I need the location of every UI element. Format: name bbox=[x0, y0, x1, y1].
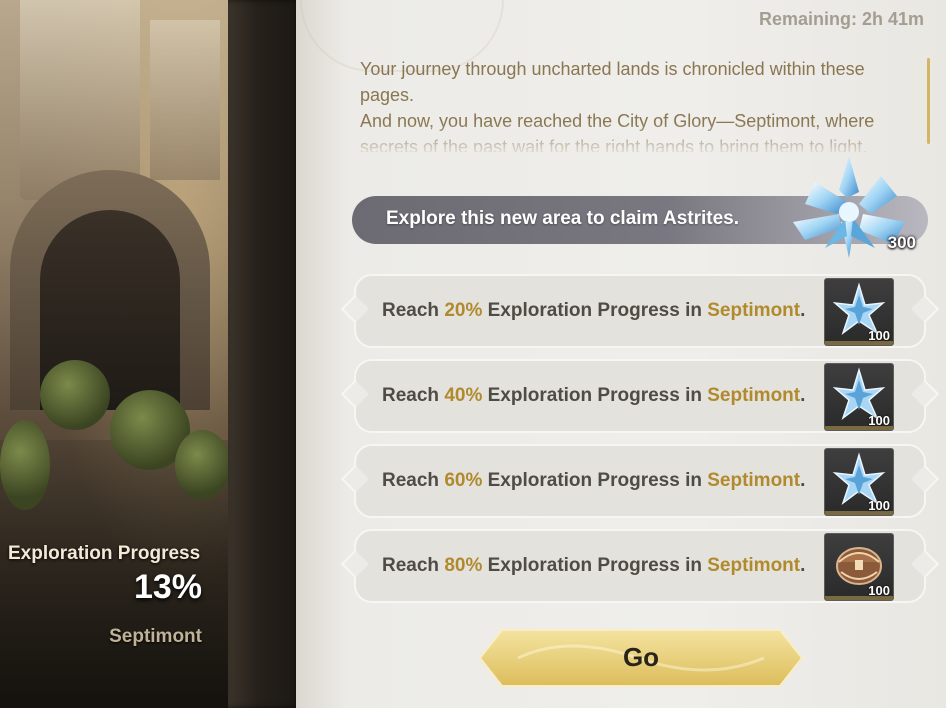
quest-middle: Exploration Progress in bbox=[482, 385, 708, 406]
quest-suffix: . bbox=[800, 300, 806, 321]
quest-description: Reach 20% Exploration Progress in Septim… bbox=[382, 300, 805, 322]
quest-area: Septimont bbox=[707, 300, 801, 321]
quest-middle: Exploration Progress in bbox=[482, 300, 708, 321]
go-button[interactable]: Go bbox=[478, 628, 804, 688]
quest-description: Reach 80% Exploration Progress in Septim… bbox=[382, 555, 805, 577]
quest-row: Reach 40% Exploration Progress in Septim… bbox=[340, 359, 940, 433]
scene-tree bbox=[175, 430, 230, 500]
quest-middle: Exploration Progress in bbox=[482, 470, 708, 491]
banner-reward-count: 300 bbox=[887, 233, 916, 252]
quest-description: Reach 60% Exploration Progress in Septim… bbox=[382, 470, 805, 492]
story-paragraph: Your journey through uncharted lands is … bbox=[360, 59, 865, 105]
reward-amount: 100 bbox=[868, 328, 890, 343]
quest-reward-item[interactable]: 100 bbox=[824, 533, 894, 601]
banner-text: Explore this new area to claim Astrites. bbox=[386, 208, 740, 229]
quest-percent: 40% bbox=[444, 385, 483, 406]
story-scrollbar[interactable] bbox=[927, 58, 930, 144]
quest-reward-item[interactable]: 100 bbox=[824, 363, 894, 431]
quest-prefix: Reach bbox=[382, 470, 445, 491]
quest-suffix: . bbox=[800, 555, 806, 576]
book-frame-edge bbox=[228, 0, 300, 708]
story-text[interactable]: Your journey through uncharted lands is … bbox=[360, 56, 920, 152]
quest-percent: 60% bbox=[444, 470, 483, 491]
quest-area: Septimont bbox=[707, 385, 801, 406]
quest-prefix: Reach bbox=[382, 385, 445, 406]
quest-row: Reach 60% Exploration Progress in Septim… bbox=[340, 444, 940, 518]
quest-reward-item[interactable]: 100 bbox=[824, 448, 894, 516]
quest-prefix: Reach bbox=[382, 300, 445, 321]
quest-area: Septimont bbox=[707, 555, 801, 576]
quest-description: Reach 40% Exploration Progress in Septim… bbox=[382, 385, 805, 407]
quest-suffix: . bbox=[800, 470, 806, 491]
reward-amount: 100 bbox=[868, 498, 890, 513]
quest-percent: 20% bbox=[444, 300, 483, 321]
exploration-progress-value: 13% bbox=[133, 568, 202, 606]
scene-tree bbox=[40, 360, 110, 430]
quest-prefix: Reach bbox=[382, 555, 445, 576]
area-name: Septimont bbox=[109, 626, 202, 647]
quest-suffix: . bbox=[800, 385, 806, 406]
story-paragraph: And now, you have reached the City of Gl… bbox=[360, 111, 875, 152]
quest-area: Septimont bbox=[707, 470, 801, 491]
remaining-time: Remaining: 2h 41m bbox=[758, 9, 924, 29]
quest-percent: 80% bbox=[444, 555, 483, 576]
quest-row: Reach 80% Exploration Progress in Septim… bbox=[340, 529, 940, 603]
quest-middle: Exploration Progress in bbox=[482, 555, 708, 576]
reward-amount: 100 bbox=[868, 413, 890, 428]
exploration-progress-label: Exploration Progress bbox=[8, 543, 201, 564]
scene-tower bbox=[150, 20, 220, 180]
scene-tree bbox=[0, 420, 50, 510]
reward-amount: 100 bbox=[868, 583, 890, 598]
quest-row: Reach 20% Exploration Progress in Septim… bbox=[340, 274, 940, 348]
quest-reward-item[interactable]: 100 bbox=[824, 278, 894, 346]
go-button-label: Go bbox=[622, 642, 660, 672]
